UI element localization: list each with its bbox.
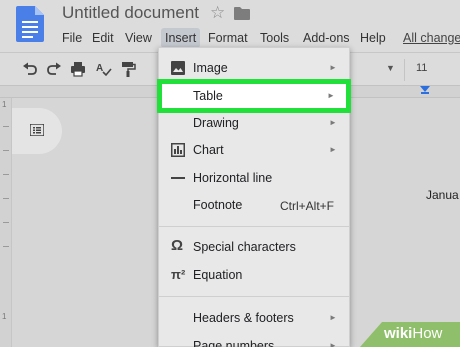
undo-icon[interactable] <box>22 61 38 77</box>
image-icon <box>171 61 185 75</box>
menu-item-drawing[interactable]: Drawing ► <box>159 111 349 137</box>
insert-menu: Image ► Table ► Drawing ► Chart ► Horizo… <box>157 47 351 347</box>
menu-item-table[interactable]: Table ► <box>157 79 351 113</box>
menu-tools[interactable]: Tools <box>260 28 289 48</box>
menu-item-label: Drawing <box>193 116 239 130</box>
ruler-number: 1 <box>2 312 7 321</box>
menu-item-label: Special characters <box>193 240 296 254</box>
wikihow-logo: wikiHow <box>384 325 442 342</box>
wikihow-logo-how: How <box>412 325 443 342</box>
menu-item-label: Page numbers <box>193 339 275 347</box>
document-outline-button[interactable] <box>12 108 62 154</box>
ruler-tick <box>3 246 9 247</box>
menu-item-chart[interactable]: Chart ► <box>159 138 349 164</box>
menu-item-footnote[interactable]: Footnote Ctrl+Alt+F <box>159 193 349 219</box>
app-header: Untitled document ☆ File Edit View Inser… <box>0 0 460 52</box>
indent-marker-bar[interactable] <box>421 92 429 94</box>
paint-format-icon[interactable] <box>120 61 136 77</box>
menu-addons[interactable]: Add-ons <box>303 28 350 48</box>
menu-item-page-numbers[interactable]: Page numbers ► <box>159 334 349 347</box>
spellcheck-icon[interactable]: A <box>96 61 112 77</box>
menu-item-label: Footnote <box>193 198 243 212</box>
svg-text:A: A <box>96 63 103 74</box>
ruler-tick <box>3 222 9 223</box>
chart-icon <box>171 143 185 157</box>
menu-item-shortcut: Ctrl+Alt+F <box>280 199 335 213</box>
font-dropdown-arrow[interactable]: ▼ <box>386 63 395 73</box>
menu-insert[interactable]: Insert <box>161 28 201 48</box>
document-page[interactable] <box>350 98 460 347</box>
horizontal-line-icon <box>171 177 185 179</box>
font-size-value[interactable]: 11 <box>416 62 427 74</box>
menu-item-equation[interactable]: π² Equation <box>159 263 349 289</box>
ruler-tick <box>3 174 9 175</box>
submenu-arrow-icon: ► <box>329 313 337 322</box>
menu-separator <box>159 296 349 297</box>
wikihow-logo-wiki: wiki <box>384 325 413 342</box>
ruler-number: 1 <box>2 100 7 109</box>
menu-file[interactable]: File <box>62 28 82 48</box>
menu-item-special-characters[interactable]: Ω Special characters <box>159 235 349 261</box>
menu-help[interactable]: Help <box>360 28 386 48</box>
menu-item-label: Horizontal line <box>193 171 273 185</box>
vertical-ruler: 1 1 <box>0 98 12 347</box>
document-title[interactable]: Untitled document <box>62 3 199 23</box>
menu-item-label: Equation <box>193 268 243 282</box>
document-text[interactable]: Janua <box>426 188 459 202</box>
all-changes-link[interactable]: All change <box>403 28 460 48</box>
submenu-arrow-icon: ► <box>329 145 337 154</box>
omega-icon: Ω <box>171 237 184 254</box>
menu-separator <box>159 226 349 227</box>
folder-icon[interactable] <box>234 7 250 20</box>
menu-item-horizontal-line[interactable]: Horizontal line <box>159 166 349 192</box>
print-icon[interactable] <box>70 61 86 77</box>
pi-icon: π² <box>171 267 186 282</box>
menu-item-headers-footers[interactable]: Headers & footers ► <box>159 306 349 332</box>
submenu-arrow-icon: ► <box>327 91 335 100</box>
menu-format[interactable]: Format <box>208 28 248 48</box>
menu-item-label: Headers & footers <box>193 311 294 325</box>
submenu-arrow-icon: ► <box>329 341 337 347</box>
docs-logo-icon[interactable] <box>16 6 44 42</box>
submenu-arrow-icon: ► <box>329 118 337 127</box>
ruler-tick <box>3 150 9 151</box>
menu-view[interactable]: View <box>125 28 152 48</box>
menu-edit[interactable]: Edit <box>92 28 114 48</box>
ruler-tick <box>3 126 9 127</box>
menu-item-label: Image <box>193 61 228 75</box>
star-icon[interactable]: ☆ <box>210 3 225 23</box>
ruler-tick <box>3 198 9 199</box>
menu-item-label: Table <box>193 89 223 103</box>
redo-icon[interactable] <box>46 61 62 77</box>
outline-list-icon <box>30 124 44 136</box>
menu-item-label: Chart <box>193 143 224 157</box>
submenu-arrow-icon: ► <box>329 63 337 72</box>
